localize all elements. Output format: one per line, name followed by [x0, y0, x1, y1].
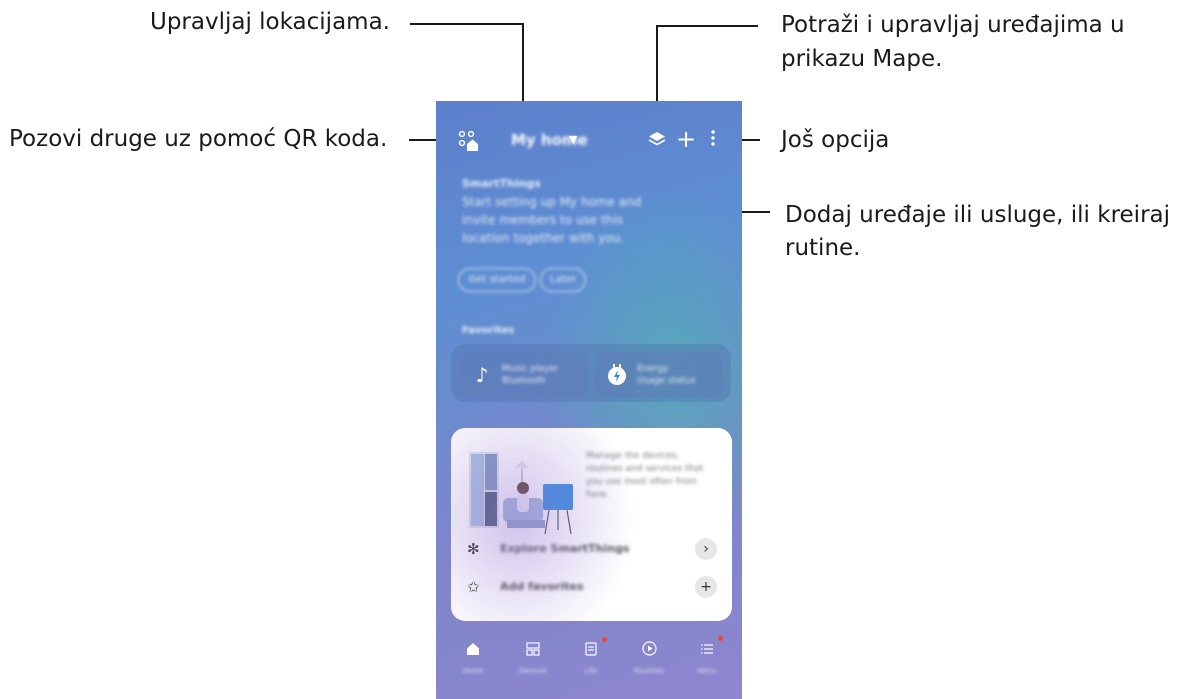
life-icon: [561, 641, 621, 661]
add-favorites-row[interactable]: ✩ Add favorites +: [467, 576, 717, 600]
add-icon[interactable]: +: [676, 127, 696, 151]
welcome-message: SmartThings Start setting up My home and…: [462, 175, 692, 247]
callout-add-devices-line2: rutine.: [785, 235, 861, 261]
music-note-icon: ♪: [475, 363, 489, 387]
home-icon: [443, 641, 503, 661]
explore-smartthings-label: Explore SmartThings: [500, 542, 630, 555]
welcome-line-2: invite members to use this: [462, 213, 623, 227]
explore-smartthings-row[interactable]: ✻ Explore SmartThings ›: [467, 538, 717, 562]
callout-add-devices-line1: Dodaj uređaje ili usluge, ili kreiraj: [785, 202, 1171, 228]
nav-home[interactable]: Home: [443, 641, 503, 675]
favorite-card-energy[interactable]: Energy Usage status: [595, 352, 723, 398]
nav-routines-label: Routines: [633, 667, 665, 675]
callout-more-options: Još opcija: [781, 127, 890, 153]
favorite-card-energy-subtitle: Usage status: [637, 376, 696, 386]
welcome-title: SmartThings: [462, 177, 541, 190]
explore-card: Manage the devices, routines and service…: [451, 428, 732, 621]
nav-life-label: Life: [584, 667, 598, 675]
card-description: Manage the devices, routines and service…: [586, 451, 704, 500]
phone-screen: My home ▼ + SmartThings Start setting up…: [436, 101, 742, 699]
favorite-card-music[interactable]: ♪ Music player Bluetooth: [460, 352, 588, 398]
bottom-navigation: Home Devices Life Routines Menu: [436, 621, 742, 699]
devices-icon: [503, 641, 563, 661]
location-dropdown-icon[interactable]: ▼: [569, 133, 577, 146]
home-illustration: [469, 452, 573, 535]
welcome-line-1: Start setting up My home and: [462, 195, 642, 209]
life-notification-dot: [602, 637, 607, 642]
nav-menu-label: Menu: [697, 667, 717, 675]
explore-icon: ✻: [467, 540, 480, 558]
add-favorites-label: Add favorites: [500, 580, 584, 593]
plug-icon: [605, 363, 629, 387]
favorites-label: Favorites: [462, 325, 515, 336]
nav-home-label: Home: [462, 667, 484, 675]
callout-map-view-line1: Potraži i upravljaj uređajima u: [781, 12, 1125, 38]
more-options-icon[interactable]: [709, 128, 717, 151]
menu-notification-dot: [718, 636, 723, 641]
get-started-button[interactable]: Get started: [458, 268, 536, 292]
welcome-line-3: location together with you.: [462, 231, 625, 245]
later-button[interactable]: Later: [540, 268, 586, 292]
qr-invite-icon[interactable]: [458, 130, 480, 155]
routines-icon: [619, 641, 679, 661]
star-icon: ✩: [467, 578, 480, 596]
nav-routines[interactable]: Routines: [619, 641, 679, 675]
favorite-card-music-title: Music player: [502, 364, 559, 374]
menu-icon: [677, 641, 737, 661]
nav-devices-label: Devices: [519, 667, 547, 675]
callout-manage-locations: Upravljaj lokacijama.: [150, 9, 390, 35]
favorite-card-energy-title: Energy: [637, 364, 669, 374]
callout-map-view-line2: prikazu Mape.: [781, 46, 943, 72]
favorite-card-music-subtitle: Bluetooth: [502, 376, 546, 386]
plus-icon[interactable]: +: [695, 576, 717, 598]
map-view-icon[interactable]: [648, 131, 666, 152]
nav-menu[interactable]: Menu: [677, 641, 737, 675]
callout-invite-qr: Pozovi druge uz pomoć QR koda.: [9, 126, 388, 152]
chevron-right-icon[interactable]: ›: [695, 538, 717, 560]
nav-devices[interactable]: Devices: [503, 641, 563, 675]
nav-life[interactable]: Life: [561, 641, 621, 675]
